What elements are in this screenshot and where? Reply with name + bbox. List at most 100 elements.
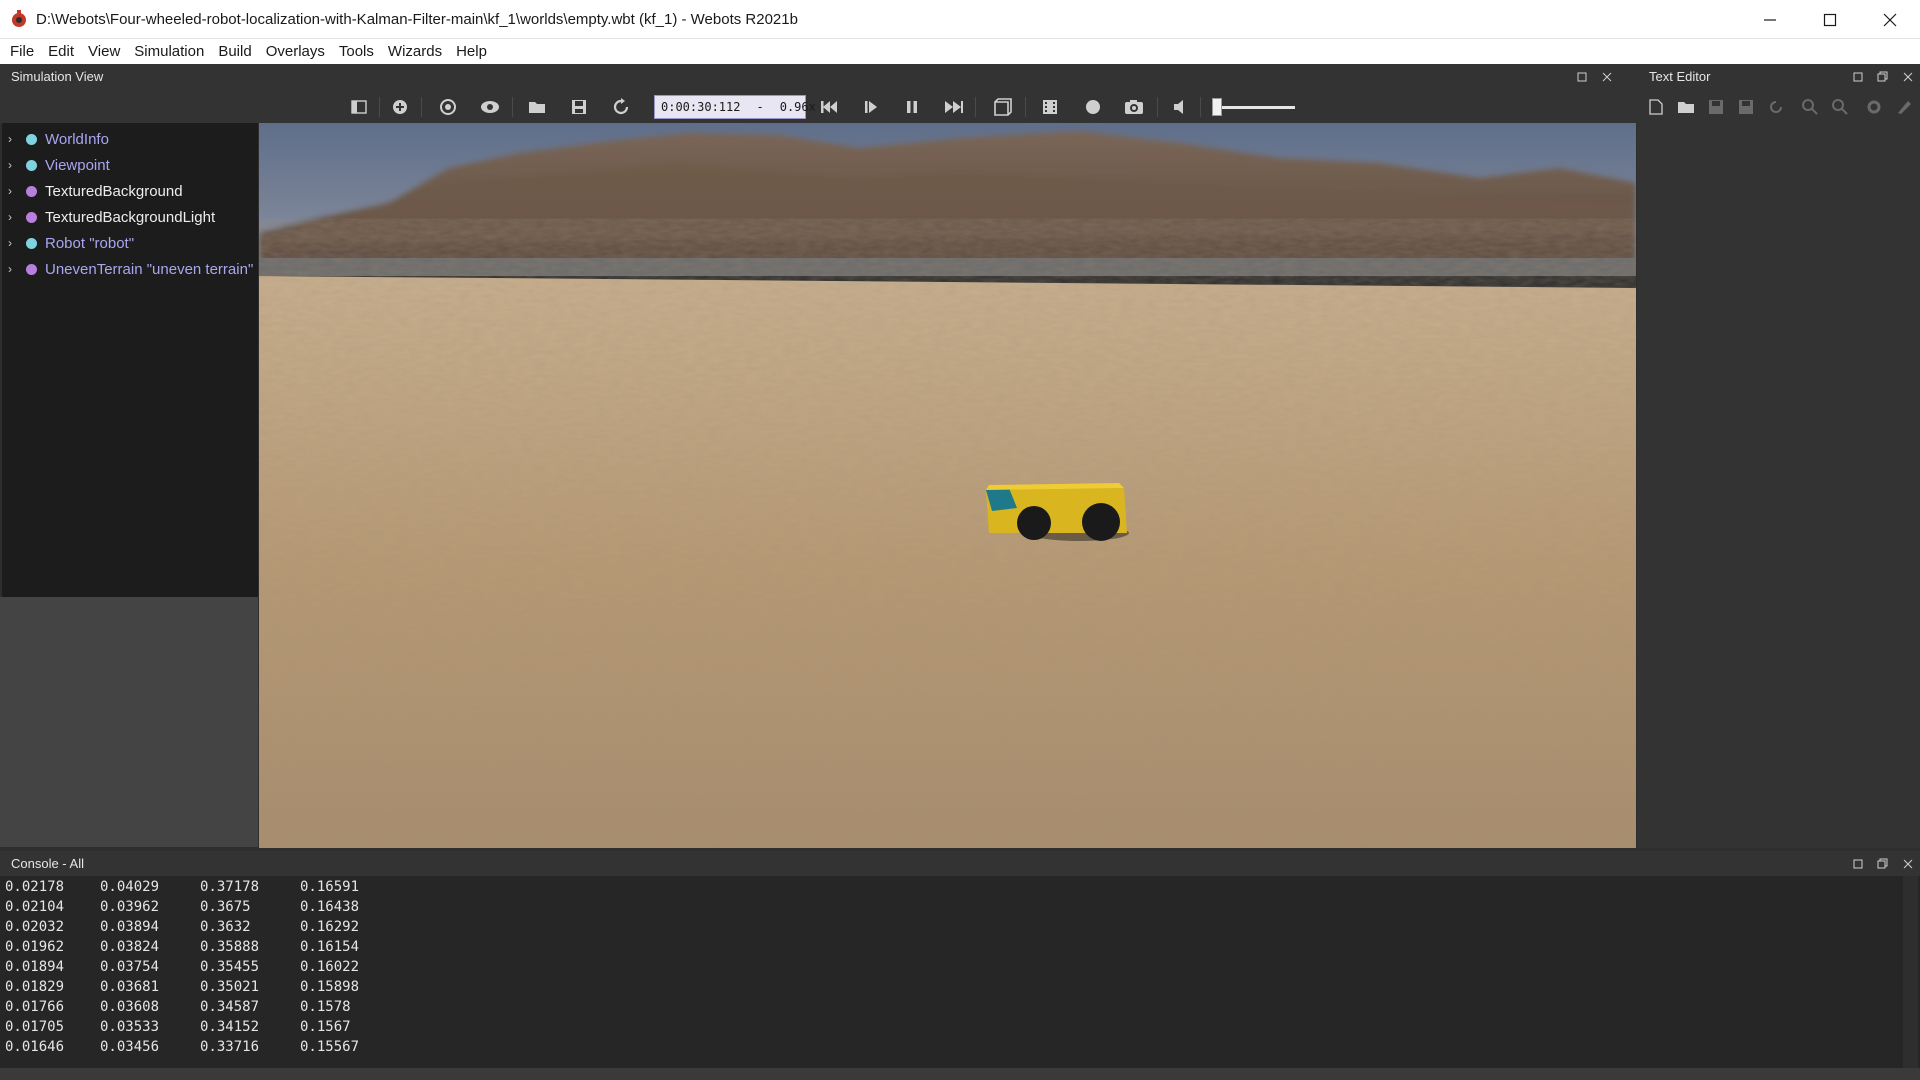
find-icon[interactable]: [1799, 96, 1821, 118]
scene-tree-node[interactable]: › Robot "robot": [2, 230, 258, 256]
text-editor-area[interactable]: [1637, 123, 1920, 848]
save-file-icon[interactable]: [1705, 96, 1727, 118]
scene-tree-node-label: UnevenTerrain "uneven terrain": [45, 260, 254, 278]
scene-tree-node[interactable]: › Viewpoint: [2, 152, 258, 178]
replace-icon[interactable]: [1829, 96, 1851, 118]
close-button[interactable]: [1860, 0, 1920, 39]
open-file-icon[interactable]: [1675, 96, 1697, 118]
console-value: 0.01894: [5, 959, 65, 975]
console-value: 0.02178: [5, 879, 65, 895]
menu-overlays[interactable]: Overlays: [259, 39, 332, 64]
console-line: 0.01766 0.03608 0.34587 0.1578: [0, 999, 1920, 1019]
menu-build[interactable]: Build: [211, 39, 258, 64]
screenshot-icon[interactable]: [1123, 96, 1145, 118]
status-strip: [0, 1068, 1920, 1080]
node-type-icon: [26, 211, 37, 223]
console-value: 0.1567: [300, 1019, 351, 1035]
simulation-view-title: Simulation View: [11, 69, 104, 84]
follow-object-icon[interactable]: [437, 96, 459, 118]
3d-view[interactable]: [259, 123, 1636, 848]
close-icon: [1903, 859, 1912, 868]
scene-tree-node[interactable]: › TexturedBackground: [2, 178, 258, 204]
console-value: 0.16591: [300, 879, 360, 895]
scene-tree-node-label: TexturedBackgroundLight: [45, 208, 216, 226]
menu-edit[interactable]: Edit: [41, 39, 81, 64]
revert-icon[interactable]: [1765, 96, 1787, 118]
menu-file[interactable]: File: [3, 39, 41, 64]
title-bar: D:\Webots\Four-wheeled-robot-localizatio…: [0, 0, 1920, 39]
view-mode-icon[interactable]: [479, 96, 501, 118]
save-all-icon[interactable]: [1735, 96, 1757, 118]
robot-model[interactable]: [986, 483, 1129, 541]
save-world-icon[interactable]: [568, 96, 590, 118]
open-world-icon[interactable]: [526, 96, 548, 118]
clean-icon[interactable]: [1893, 96, 1915, 118]
pause-icon[interactable]: [901, 96, 923, 118]
expand-chevron-icon[interactable]: ›: [8, 262, 20, 276]
webots-window: D:\Webots\Four-wheeled-robot-localizatio…: [0, 0, 1920, 1080]
text-editor-close-button[interactable]: [1901, 70, 1914, 83]
console-output[interactable]: 0.02178 0.04029 0.37178 0.16591 0.02104 0.039…: [0, 876, 1920, 1068]
expand-chevron-icon[interactable]: ›: [8, 132, 20, 146]
console-undock-button[interactable]: [1876, 857, 1889, 870]
step-icon[interactable]: [860, 96, 882, 118]
3d-scene-render[interactable]: [259, 123, 1636, 848]
reset-simulation-icon[interactable]: [818, 96, 840, 118]
minimize-button[interactable]: [1740, 0, 1800, 39]
console-value: 0.01646: [5, 1039, 65, 1055]
console-title: Console - All: [11, 856, 84, 871]
expand-chevron-icon[interactable]: ›: [8, 236, 20, 250]
console-close-button[interactable]: [1901, 857, 1914, 870]
simulation-time-display: 0:00:30:112 - 0.96x: [654, 95, 816, 119]
record-movie-icon[interactable]: [1039, 96, 1061, 118]
record-circle-icon[interactable]: [1082, 96, 1104, 118]
expand-chevron-icon[interactable]: ›: [8, 158, 20, 172]
console-scrollbar[interactable]: [1903, 876, 1918, 1068]
console-line: 0.01894 0.03754 0.35455 0.16022: [0, 959, 1920, 979]
console-value: 0.01705: [5, 1019, 65, 1035]
console-value: 0.03456: [100, 1039, 160, 1055]
rendering-toggle-icon[interactable]: [992, 96, 1014, 118]
volume-slider-track[interactable]: [1215, 106, 1295, 109]
text-editor-float-button[interactable]: [1851, 70, 1864, 83]
console-value: 0.03533: [100, 1019, 160, 1035]
node-type-icon: [26, 185, 37, 197]
console-value: 0.33716: [200, 1039, 260, 1055]
build-icon[interactable]: [1863, 96, 1885, 118]
maximize-button[interactable]: [1800, 0, 1860, 39]
menu-help[interactable]: Help: [449, 39, 494, 64]
fast-forward-icon[interactable]: [943, 96, 965, 118]
window-title: D:\Webots\Four-wheeled-robot-localizatio…: [36, 10, 798, 28]
reload-world-icon[interactable]: [610, 96, 632, 118]
console-value: 0.3632: [200, 919, 251, 935]
sim-view-close-button[interactable]: [1600, 70, 1613, 83]
console-value: 0.1578: [300, 999, 351, 1015]
scene-tree-node[interactable]: › UnevenTerrain "uneven terrain": [2, 256, 258, 282]
mute-icon[interactable]: [1171, 96, 1193, 118]
undock-icon: [1877, 858, 1888, 869]
expand-chevron-icon[interactable]: ›: [8, 184, 20, 198]
new-file-icon[interactable]: [1645, 96, 1667, 118]
console-line: 0.01962 0.03824 0.35888 0.16154: [0, 939, 1920, 959]
close-icon: [1883, 13, 1897, 26]
menu-view[interactable]: View: [81, 39, 127, 64]
time-separator: -: [756, 100, 764, 114]
add-node-icon[interactable]: [389, 96, 411, 118]
scene-tree-node[interactable]: › WorldInfo: [2, 126, 258, 152]
menu-simulation[interactable]: Simulation: [127, 39, 211, 64]
toggle-scene-tree-icon[interactable]: [348, 96, 370, 118]
sim-view-float-button[interactable]: [1575, 70, 1588, 83]
scene-tree-node[interactable]: › TexturedBackgroundLight: [2, 204, 258, 230]
console-value: 0.15898: [300, 979, 360, 995]
expand-chevron-icon[interactable]: ›: [8, 210, 20, 224]
console-value: 0.16438: [300, 899, 360, 915]
text-editor-undock-button[interactable]: [1876, 70, 1889, 83]
scene-tree-node-label: Viewpoint: [45, 156, 110, 174]
console-float-button[interactable]: [1851, 857, 1864, 870]
volume-slider-handle[interactable]: [1212, 98, 1222, 116]
menu-wizards[interactable]: Wizards: [381, 39, 449, 64]
console-line: 0.02032 0.03894 0.3632 0.16292: [0, 919, 1920, 939]
menu-tools[interactable]: Tools: [332, 39, 381, 64]
console-value: 0.34587: [200, 999, 260, 1015]
node-type-icon: [26, 237, 37, 249]
